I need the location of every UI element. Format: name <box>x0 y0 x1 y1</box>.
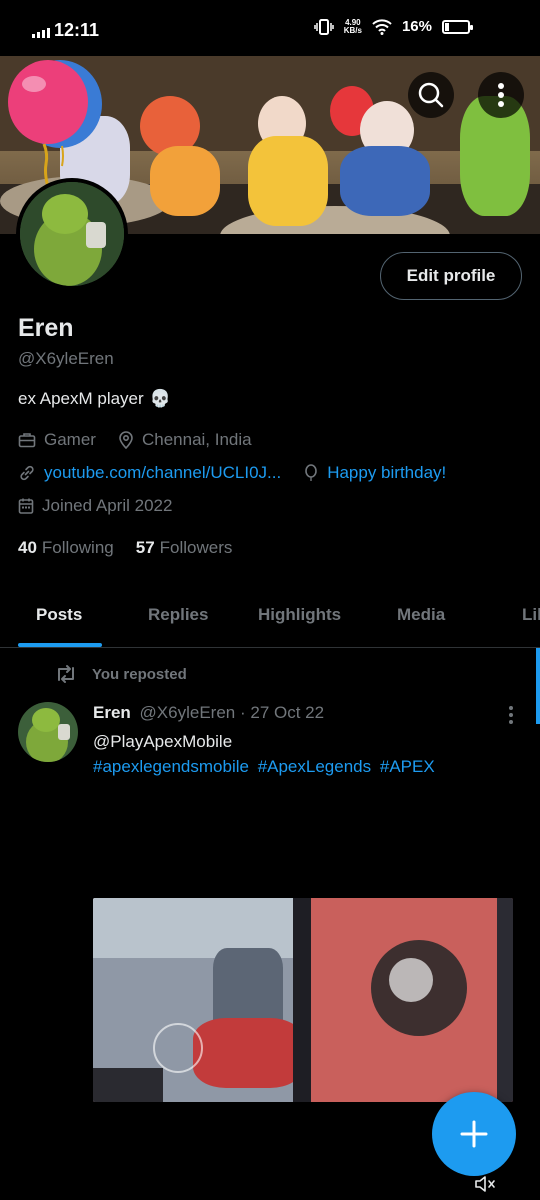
battery-icon <box>442 19 473 34</box>
post-author-handle: @X6yleEren <box>139 703 236 722</box>
profile-meta-row-1: Gamer Chennai, India <box>18 430 274 450</box>
more-options-button[interactable] <box>478 72 524 118</box>
more-vertical-icon <box>498 83 504 107</box>
link-icon <box>20 465 34 481</box>
edit-profile-button[interactable]: Edit profile <box>380 252 522 300</box>
profile-location: Chennai, India <box>141 430 252 449</box>
post-header: Eren @X6yleEren · 27 Oct 22 <box>93 703 325 722</box>
birthday-link[interactable]: Happy birthday! <box>327 463 446 483</box>
briefcase-icon <box>18 433 36 448</box>
search-icon <box>418 82 444 108</box>
calendar-icon <box>18 498 34 514</box>
profile-category: Gamer <box>44 430 96 449</box>
signal-icon <box>32 28 50 38</box>
followers-link[interactable]: 57 Followers <box>136 538 233 558</box>
tab-media[interactable]: Media <box>397 605 445 625</box>
hashtag-link[interactable]: #ApexLegends <box>258 757 371 776</box>
post-more-icon[interactable] <box>508 705 514 725</box>
skull-emoji: 💀 <box>149 389 171 408</box>
post-mention[interactable]: @PlayApexMobile <box>93 729 523 754</box>
status-bar: 12:11 4.90 KB/s 16% <box>0 0 540 56</box>
profile-handle: @X6yleEren <box>18 349 114 368</box>
post-author-name[interactable]: Eren <box>93 703 131 722</box>
status-indicators: 4.90 KB/s 16% <box>313 17 473 35</box>
compose-button[interactable] <box>432 1092 516 1176</box>
tab-replies[interactable]: Replies <box>148 605 208 625</box>
post-date[interactable]: 27 Oct 22 <box>250 703 324 722</box>
profile-meta-row-2: youtube.com/channel/UCLI0J... Happy birt… <box>18 463 446 483</box>
follow-counts: 40 Following 57 Followers <box>18 538 232 558</box>
following-link[interactable]: 40 Following <box>18 538 114 558</box>
post-author-avatar[interactable] <box>18 702 78 762</box>
tab-posts[interactable]: Posts <box>36 605 82 625</box>
balloon-icon <box>305 464 317 481</box>
profile-name: Eren <box>18 314 74 342</box>
post-body: @PlayApexMobile #apexlegendsmobile #Apex… <box>93 729 523 779</box>
profile-tabs: Posts Replies Highlights Media Lil <box>0 586 540 648</box>
profile-bio: ex ApexM player 💀 <box>18 389 171 408</box>
hashtag-link[interactable]: #APEX <box>380 757 435 776</box>
volume-mute-icon[interactable] <box>474 1174 498 1194</box>
tab-highlights[interactable]: Highlights <box>258 605 341 625</box>
wifi-icon <box>372 18 392 35</box>
net-speed: 4.90 KB/s <box>343 17 362 35</box>
birthday-balloon-icon <box>8 60 102 195</box>
repost-indicator: You reposted <box>54 664 187 684</box>
tab-likes[interactable]: Lil <box>522 605 540 625</box>
plus-icon <box>460 1120 488 1148</box>
location-pin-icon <box>119 431 133 449</box>
avatar <box>20 182 124 286</box>
profile-joined-date: Joined April 2022 <box>42 496 173 515</box>
vibrate-icon <box>313 18 334 35</box>
post-hashtags: #apexlegendsmobile #ApexLegends #APEX <box>93 754 523 779</box>
active-tab-indicator <box>18 643 102 647</box>
repost-label: You reposted <box>92 665 187 683</box>
clock: 12:11 <box>54 20 100 40</box>
profile-avatar[interactable] <box>16 178 128 290</box>
profile-meta-row-3: Joined April 2022 <box>18 496 194 516</box>
search-button[interactable] <box>408 72 454 118</box>
profile-website-link[interactable]: youtube.com/channel/UCLI0J... <box>44 463 281 483</box>
post-media-image[interactable] <box>93 898 513 1102</box>
repost-icon <box>58 665 74 683</box>
battery-percent: 16% <box>401 18 432 35</box>
scroll-indicator <box>536 648 540 724</box>
hashtag-link[interactable]: #apexlegendsmobile <box>93 757 249 776</box>
